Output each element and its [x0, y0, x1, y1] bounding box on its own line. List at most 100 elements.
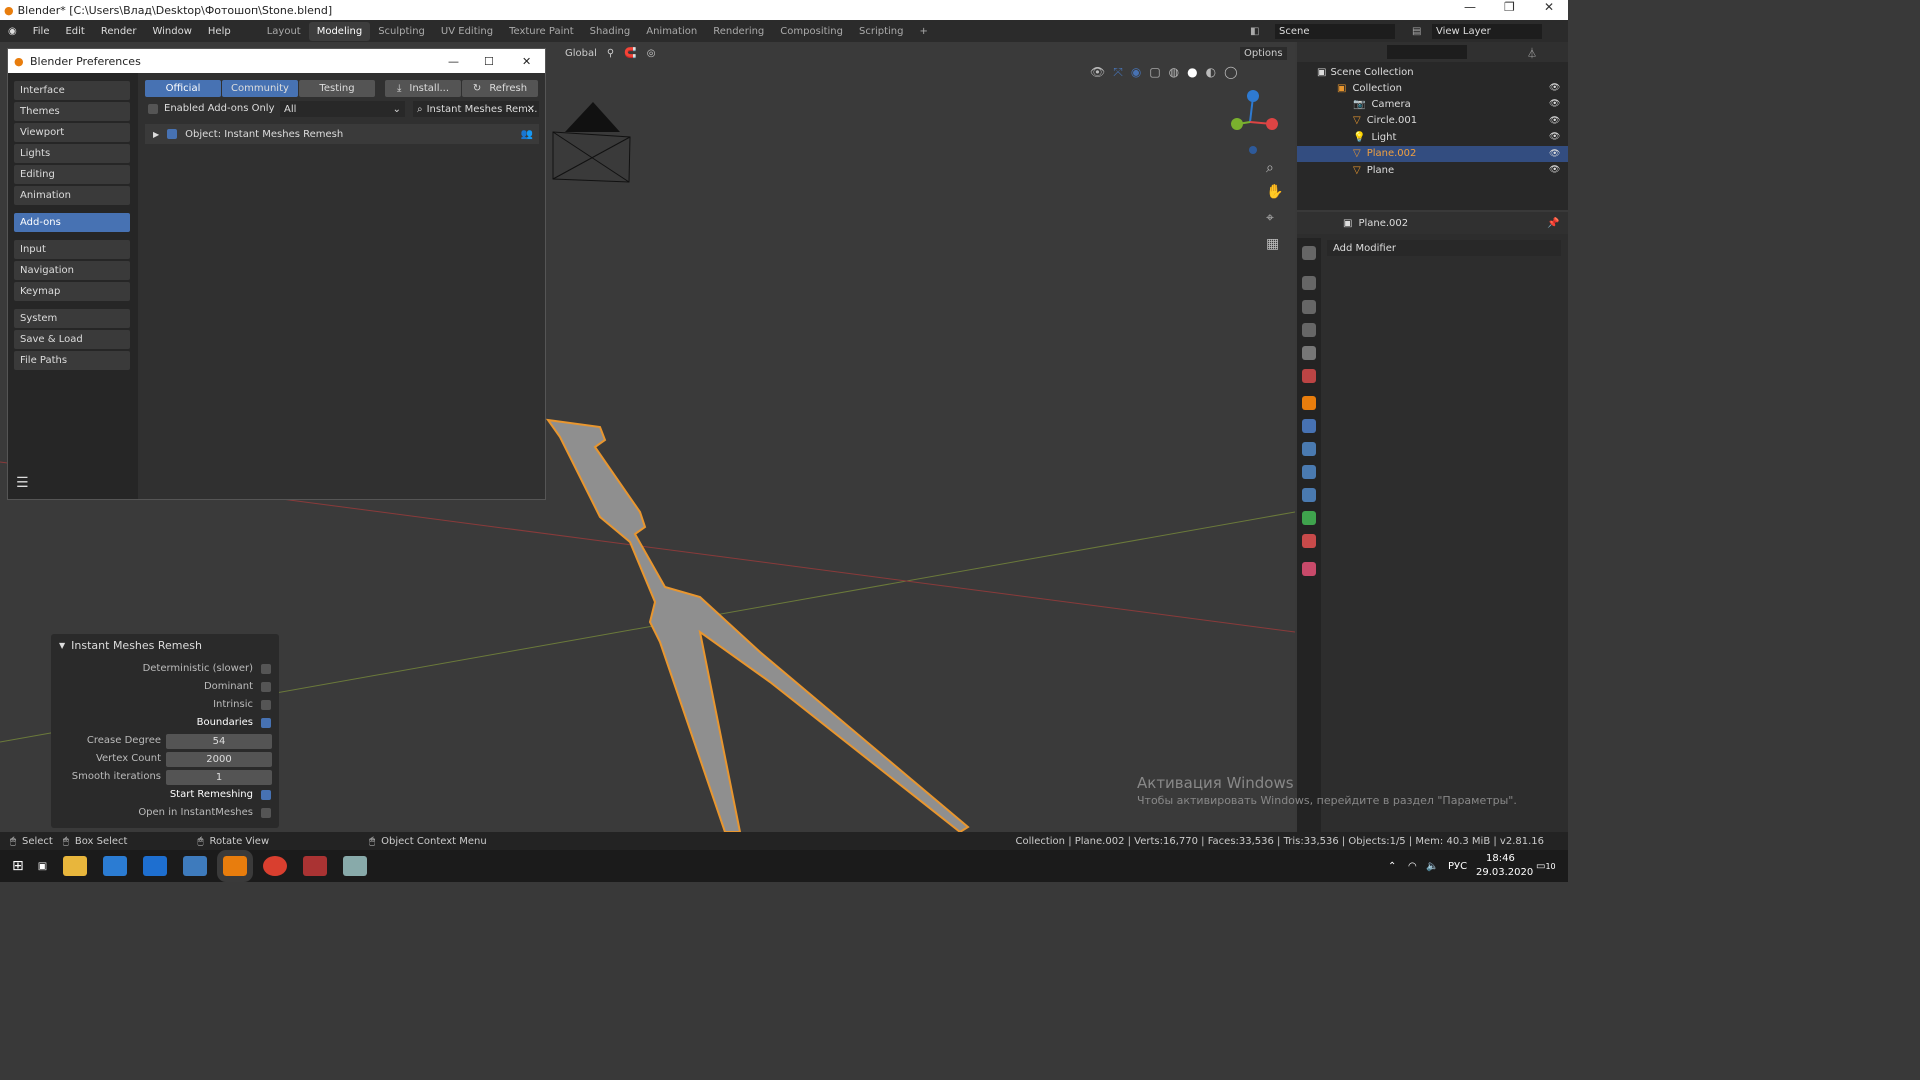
- enabled-only-checkbox-row[interactable]: Enabled Add-ons Only: [148, 103, 275, 114]
- ortho-grid-icon[interactable]: ▦: [1266, 236, 1279, 252]
- app-icon[interactable]: [183, 856, 208, 876]
- prefs-nav-file-paths[interactable]: File Paths: [14, 351, 130, 370]
- install-button[interactable]: ⤓ Install...: [385, 80, 461, 97]
- filter-icon[interactable]: ⏃: [1527, 45, 1537, 60]
- prefs-nav-add-ons[interactable]: Add-ons: [14, 213, 130, 232]
- intrinsic-checkbox[interactable]: [261, 699, 271, 710]
- menu-help[interactable]: Help: [200, 26, 239, 37]
- constraints-tab-icon[interactable]: [1302, 488, 1316, 502]
- notification-icon[interactable]: ▭10: [1536, 861, 1556, 872]
- visibility-eye-icon[interactable]: 👁: [1549, 149, 1560, 159]
- boundaries-row[interactable]: Boundaries: [197, 717, 271, 728]
- particles-tab-icon[interactable]: [1302, 442, 1316, 456]
- menu-window[interactable]: Window: [144, 26, 199, 37]
- vertex-count-field[interactable]: 2000: [166, 752, 272, 767]
- testing-tab[interactable]: Testing: [299, 80, 375, 97]
- visibility-eye-icon[interactable]: 👁: [1549, 116, 1560, 126]
- workspace-tab-animation[interactable]: Animation: [638, 22, 705, 41]
- outliner-row-plane-002[interactable]: ▽ Plane.002 👁: [1297, 145, 1568, 162]
- workspace-tab-scripting[interactable]: Scripting: [851, 22, 911, 41]
- transform-orientation-dropdown[interactable]: Global: [565, 48, 597, 59]
- prefs-nav-interface[interactable]: Interface: [14, 81, 130, 100]
- start-remeshing-checkbox[interactable]: [261, 789, 271, 800]
- prefs-nav-viewport[interactable]: Viewport: [14, 123, 130, 142]
- wifi-icon[interactable]: ◠: [1408, 861, 1417, 872]
- pin-icon[interactable]: 📌: [1547, 218, 1559, 229]
- prefs-nav-system[interactable]: System: [14, 309, 130, 328]
- boundaries-checkbox[interactable]: [261, 717, 271, 728]
- object-data-tab-icon[interactable]: [1302, 511, 1316, 525]
- close-icon[interactable]: ✕: [1544, 0, 1554, 14]
- workspace-tab-sculpting[interactable]: Sculpting: [370, 22, 433, 41]
- visibility-eye-icon[interactable]: 👁: [1549, 83, 1560, 93]
- store-icon[interactable]: [103, 856, 128, 876]
- add-modifier-dropdown[interactable]: Add Modifier: [1327, 240, 1561, 256]
- smooth-iterations-field[interactable]: 1: [166, 770, 272, 785]
- open-instantmeshes-row[interactable]: Open in InstantMeshes: [138, 807, 271, 818]
- official-tab[interactable]: Official: [145, 80, 221, 97]
- deterministic-row[interactable]: Deterministic (slower): [143, 663, 271, 674]
- zoom-icon[interactable]: ⌕: [1266, 160, 1274, 176]
- addon-row[interactable]: ▶ Object: Instant Meshes Remesh 👥: [145, 124, 539, 144]
- workspace-tab-layout[interactable]: Layout: [259, 22, 309, 41]
- options-dropdown[interactable]: Options: [1240, 46, 1287, 60]
- pivot-icon[interactable]: ⚲: [607, 48, 614, 59]
- task-view-icon[interactable]: ▣: [38, 861, 47, 872]
- scene-selector[interactable]: Scene: [1275, 23, 1395, 39]
- world-tab-icon[interactable]: [1302, 369, 1316, 383]
- outliner-row-light[interactable]: 💡 Light 👁: [1297, 129, 1568, 145]
- rendered-shading-icon[interactable]: ◯: [1224, 65, 1237, 80]
- prefs-nav-input[interactable]: Input: [14, 240, 130, 259]
- hamburger-menu-icon[interactable]: ☰: [16, 475, 29, 491]
- workspace-tab-compositing[interactable]: Compositing: [772, 22, 851, 41]
- texture-tab-icon[interactable]: [1302, 562, 1316, 576]
- winrar-icon[interactable]: [303, 856, 328, 876]
- expand-arrow-icon[interactable]: ▶: [153, 130, 159, 139]
- output-tab-icon[interactable]: [1302, 300, 1316, 314]
- menu-edit[interactable]: Edit: [57, 26, 92, 37]
- prefs-nav-navigation[interactable]: Navigation: [14, 261, 130, 280]
- material-shading-icon[interactable]: ◐: [1206, 65, 1216, 80]
- snap-icon[interactable]: 🧲: [624, 48, 636, 59]
- addon-enable-checkbox[interactable]: [167, 129, 178, 139]
- prefs-nav-themes[interactable]: Themes: [14, 102, 130, 121]
- visibility-eye-icon[interactable]: 👁: [1549, 99, 1560, 109]
- object-tab-icon[interactable]: [1302, 396, 1316, 410]
- visibility-eye-icon[interactable]: 👁: [1549, 165, 1560, 175]
- physics-tab-icon[interactable]: [1302, 465, 1316, 479]
- scene-tab-icon[interactable]: [1302, 346, 1316, 360]
- start-remeshing-row[interactable]: Start Remeshing: [170, 789, 271, 800]
- operator-panel-header[interactable]: ▼ Instant Meshes Remesh: [59, 639, 202, 652]
- gizmo-icon[interactable]: ⤧: [1113, 65, 1123, 80]
- xray-icon[interactable]: ▢: [1149, 65, 1160, 80]
- dominant-row[interactable]: Dominant: [204, 681, 271, 692]
- visibility-icon[interactable]: 👁: [1090, 65, 1105, 80]
- outliner-row-plane[interactable]: ▽ Plane 👁: [1297, 162, 1568, 178]
- tool-tab-icon[interactable]: [1302, 246, 1316, 260]
- scene-collection-row[interactable]: ▣ Scene Collection: [1297, 64, 1568, 80]
- camera-view-icon[interactable]: ⌖: [1266, 210, 1274, 226]
- prefs-nav-keymap[interactable]: Keymap: [14, 282, 130, 301]
- intrinsic-row[interactable]: Intrinsic: [213, 699, 271, 710]
- solid-shading-icon[interactable]: ●: [1187, 65, 1197, 80]
- workspace-tab-uv-editing[interactable]: UV Editing: [433, 22, 501, 41]
- tray-chevron-icon[interactable]: ⌃: [1388, 861, 1396, 872]
- volume-icon[interactable]: 🔈: [1426, 861, 1438, 872]
- visibility-eye-icon[interactable]: 👁: [1549, 132, 1560, 142]
- prefs-minimize-icon[interactable]: —: [448, 55, 459, 68]
- paint-icon[interactable]: [343, 856, 368, 876]
- prefs-maximize-icon[interactable]: ☐: [484, 55, 494, 68]
- keyboard-language[interactable]: РУС: [1448, 861, 1467, 872]
- mail-icon[interactable]: [143, 856, 168, 876]
- file-explorer-icon[interactable]: [63, 856, 88, 876]
- addon-search-input[interactable]: ⌕ Instant Meshes Rem... ✕: [413, 101, 539, 117]
- blender-menu-icon[interactable]: ◉: [0, 26, 25, 37]
- enabled-only-checkbox[interactable]: [148, 103, 158, 114]
- refresh-button[interactable]: ↻ Refresh: [462, 80, 538, 97]
- dominant-checkbox[interactable]: [261, 681, 271, 692]
- clock-time[interactable]: 18:46: [1486, 853, 1515, 864]
- minimize-icon[interactable]: —: [1464, 0, 1476, 14]
- prefs-close-icon[interactable]: ✕: [522, 55, 531, 68]
- overlay-icon[interactable]: ◉: [1131, 65, 1141, 80]
- category-dropdown[interactable]: All ⌄: [280, 101, 405, 117]
